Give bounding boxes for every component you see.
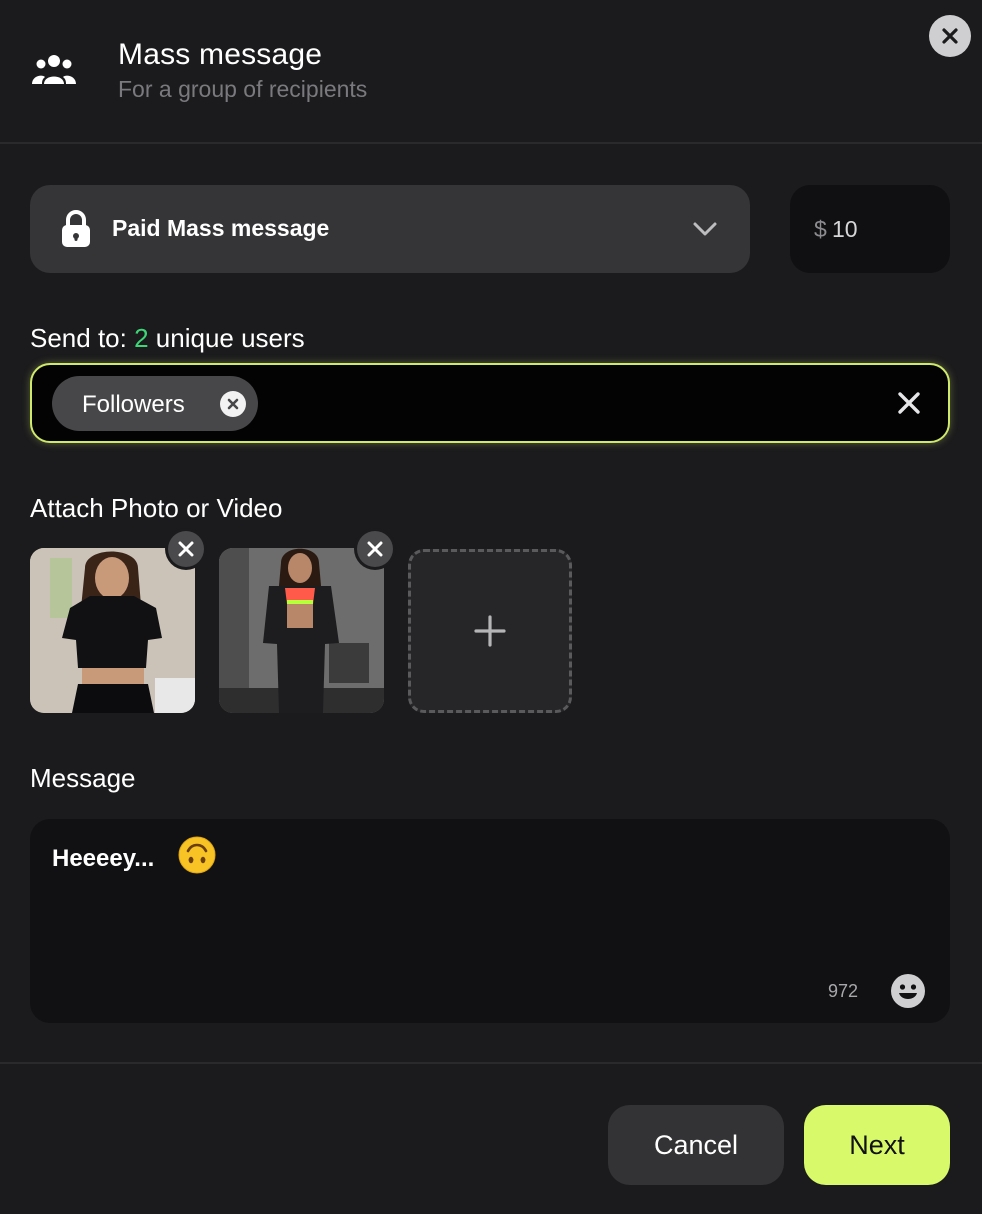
mass-message-modal: Mass message For a group of recipients P… xyxy=(0,0,982,1214)
close-icon xyxy=(178,541,194,557)
recipient-count: 2 xyxy=(134,323,149,353)
send-to-suffix: unique users xyxy=(155,323,305,353)
send-to-label: Send to: 2 unique users xyxy=(30,323,305,354)
group-icon xyxy=(32,55,76,84)
photo-preview xyxy=(219,548,384,713)
smiley-icon[interactable] xyxy=(890,973,926,1009)
recipients-field[interactable]: Followers xyxy=(30,363,950,443)
modal-header: Mass message For a group of recipients xyxy=(0,0,982,144)
message-type-dropdown[interactable]: Paid Mass message xyxy=(30,185,750,273)
modal-title: Mass message xyxy=(118,38,323,71)
price-currency: $ xyxy=(814,216,827,242)
footer-divider xyxy=(0,1062,982,1064)
chip-remove-button[interactable] xyxy=(220,391,246,417)
price-input[interactable]: $ 10 xyxy=(790,185,950,273)
cancel-button[interactable]: Cancel xyxy=(608,1105,784,1185)
close-icon xyxy=(942,28,958,44)
chip-label: Followers xyxy=(82,391,185,418)
recipient-chip-followers[interactable]: Followers xyxy=(52,376,258,431)
message-label: Message xyxy=(30,763,136,793)
add-media-button[interactable] xyxy=(408,549,572,713)
upside-down-face-emoji xyxy=(178,836,216,874)
send-to-prefix: Send to: xyxy=(30,323,127,353)
remove-attachment-button[interactable] xyxy=(354,528,396,570)
attachment-thumbnail[interactable] xyxy=(30,548,195,713)
close-icon xyxy=(227,398,239,410)
photo-preview xyxy=(30,548,195,713)
remove-attachment-button[interactable] xyxy=(165,528,207,570)
message-textarea[interactable]: Heeeey... 972 xyxy=(30,819,950,1023)
clear-recipients-icon[interactable] xyxy=(896,390,922,416)
character-count: 972 xyxy=(828,981,859,1001)
close-icon xyxy=(367,541,383,557)
attachment-thumbnail[interactable] xyxy=(219,548,384,713)
message-text[interactable]: Heeeey... xyxy=(52,845,154,873)
next-button[interactable]: Next xyxy=(804,1105,950,1185)
message-type-label: Paid Mass message xyxy=(112,215,330,241)
modal-subtitle: For a group of recipients xyxy=(118,76,368,102)
chevron-down-icon xyxy=(693,222,717,236)
close-button[interactable] xyxy=(929,15,971,57)
lock-icon xyxy=(62,210,90,247)
price-value[interactable]: 10 xyxy=(832,216,858,243)
plus-icon xyxy=(474,615,506,647)
attach-label: Attach Photo or Video xyxy=(30,493,283,523)
